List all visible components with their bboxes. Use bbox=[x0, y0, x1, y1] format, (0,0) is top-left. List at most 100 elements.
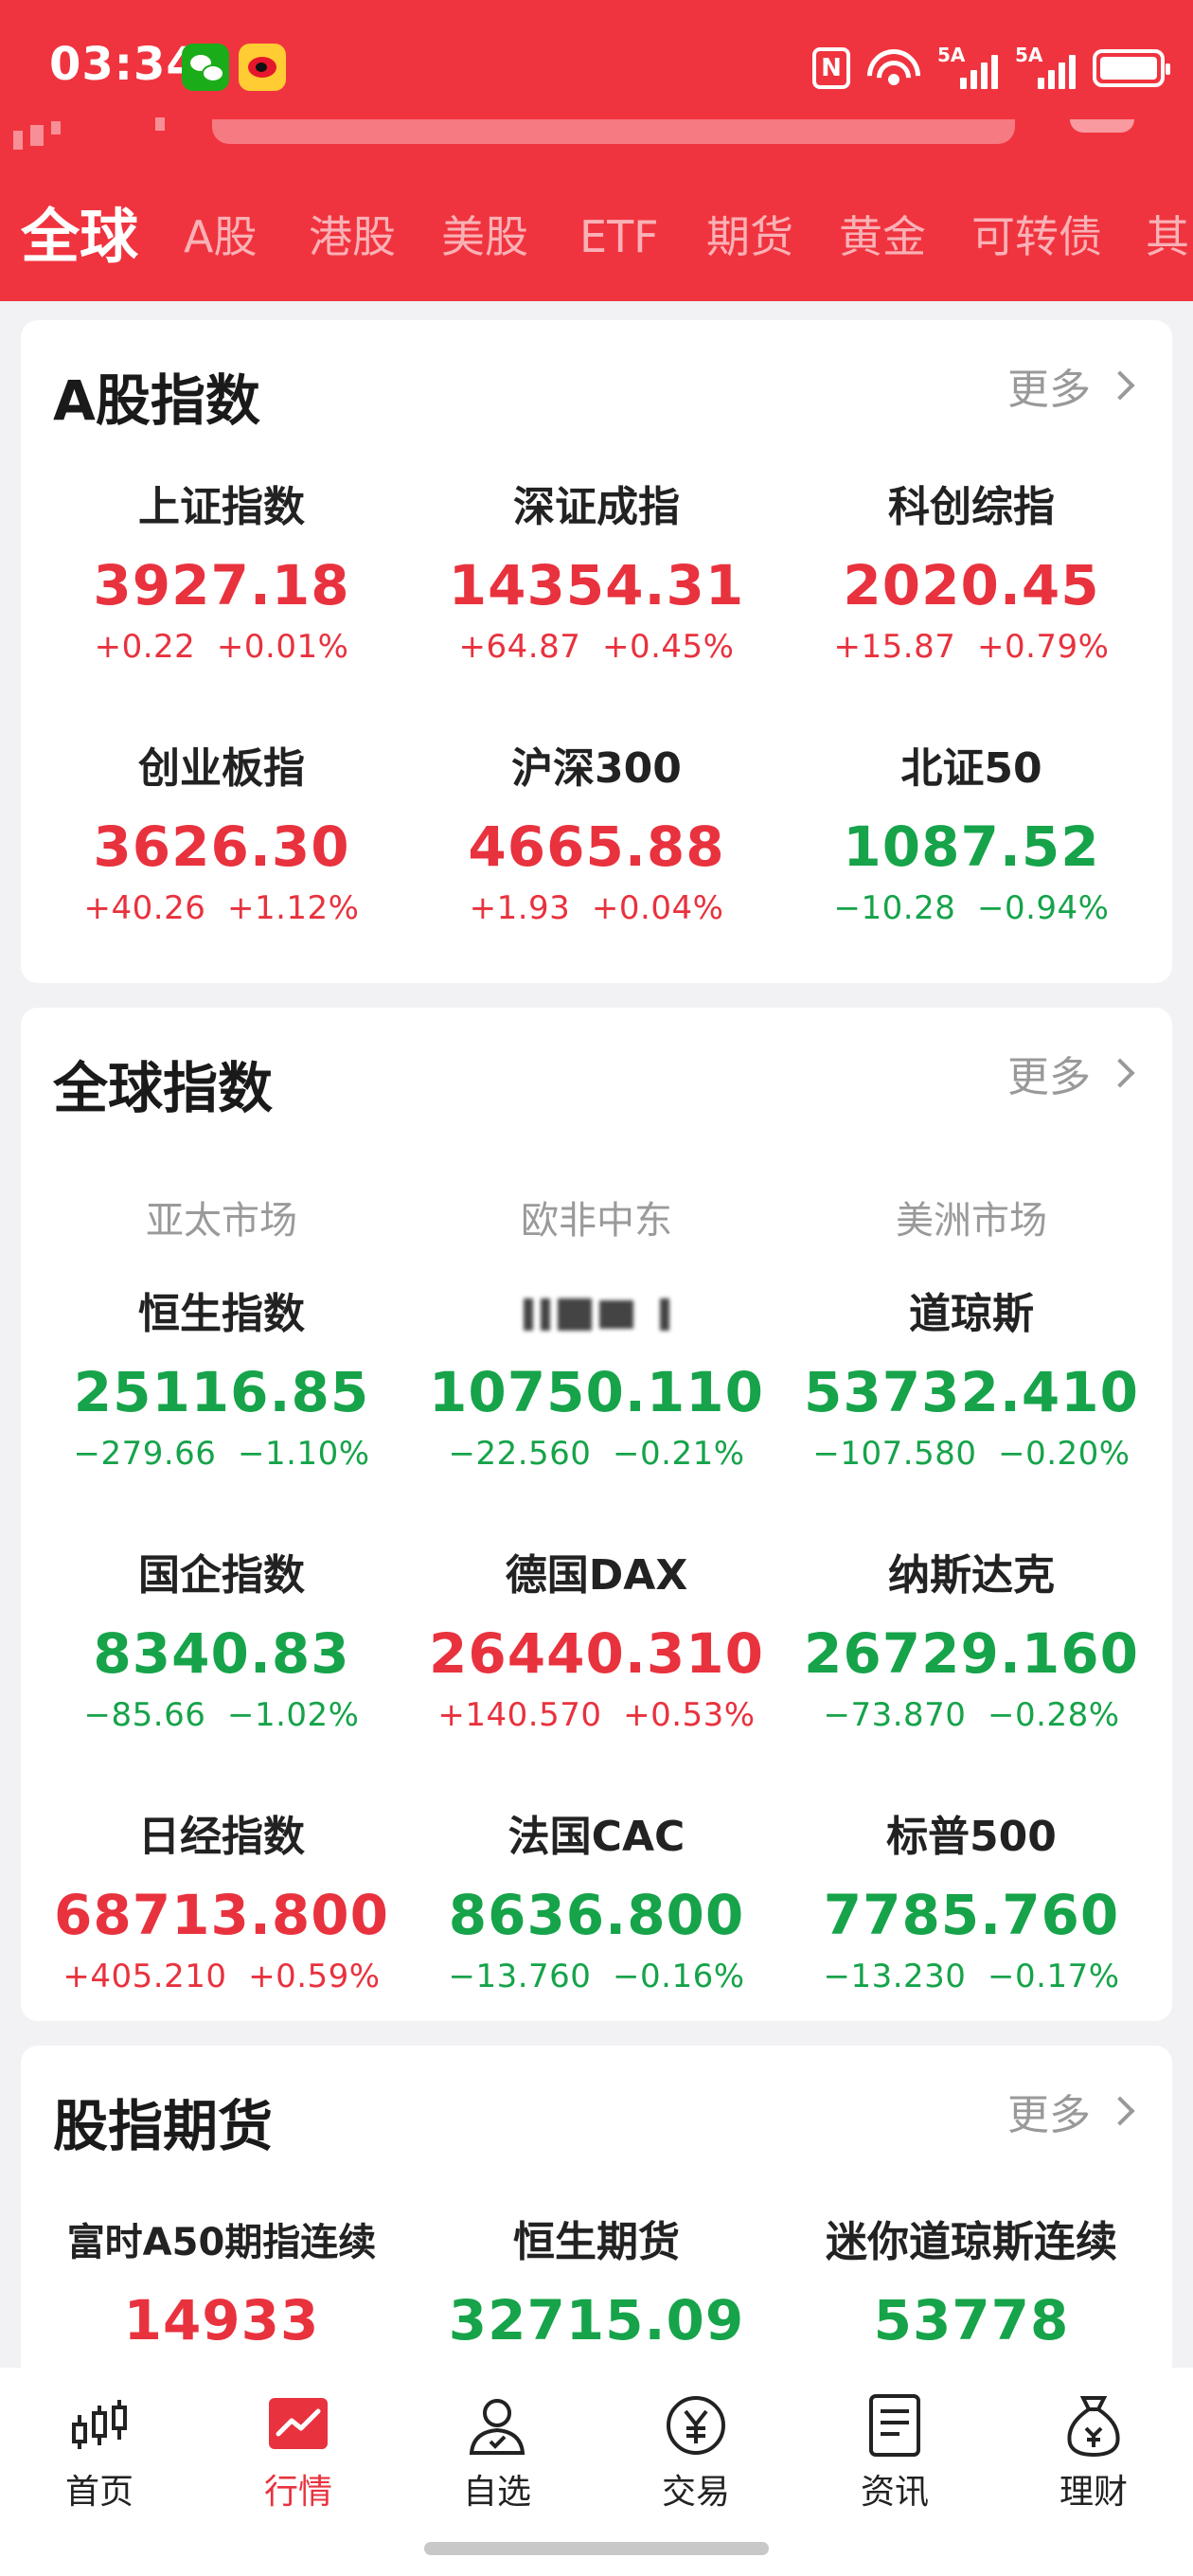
user-star-icon bbox=[464, 2392, 530, 2459]
index-price: 2020.45 bbox=[843, 553, 1100, 617]
index-name: 北证50 bbox=[900, 744, 1042, 793]
wechat-icon bbox=[182, 44, 229, 91]
index-change: +1.93 +0.04% bbox=[469, 889, 724, 927]
tab-other[interactable]: 其 bbox=[1146, 199, 1189, 275]
index-cell[interactable]: 标普500 7785.760 −13.230 −0.17% bbox=[786, 1811, 1157, 1998]
index-price: 8340.83 bbox=[93, 1621, 350, 1686]
index-change: +140.570 +0.53% bbox=[437, 1696, 756, 1734]
index-name: 沪深300 bbox=[511, 744, 682, 793]
index-cell[interactable]: 德国DAX 26440.310 +140.570 +0.53% bbox=[411, 1549, 782, 1737]
card-title: 全球指数 bbox=[53, 1056, 274, 1120]
status-bar: 03:34 N 5A 5A bbox=[0, 0, 1193, 133]
tab-convertible-bond[interactable]: 可转债 bbox=[971, 199, 1102, 275]
index-cell[interactable]: 国企指数 8340.83 −85.66 −1.02% bbox=[36, 1549, 407, 1737]
index-change: −85.66 −1.02% bbox=[83, 1696, 360, 1734]
futures-price: 14933 bbox=[123, 2288, 320, 2352]
index-cell[interactable]: 10750.110 −22.560 −0.21% bbox=[411, 1288, 782, 1476]
nav-trade[interactable]: 交易 bbox=[596, 2392, 795, 2515]
signal-icon: 5A bbox=[937, 44, 998, 89]
index-name: 日经指数 bbox=[138, 1813, 305, 1861]
index-change: +15.87 +0.79% bbox=[833, 628, 1110, 666]
more-button[interactable]: 更多 bbox=[1007, 2082, 1135, 2140]
avatar[interactable] bbox=[1070, 119, 1134, 133]
index-change: −73.870 −0.28% bbox=[823, 1696, 1120, 1734]
tab-a-share[interactable]: A股 bbox=[184, 199, 257, 275]
index-price: 26729.160 bbox=[804, 1621, 1139, 1686]
index-price: 3626.30 bbox=[93, 814, 350, 879]
nav-market[interactable]: 行情 bbox=[199, 2392, 398, 2515]
weibo-icon bbox=[239, 44, 286, 91]
index-name: 标普500 bbox=[886, 1813, 1057, 1861]
index-name: 科创综指 bbox=[888, 483, 1055, 531]
tab-etf[interactable]: ETF bbox=[579, 199, 659, 275]
index-cell[interactable]: 恒生指数 25116.85 −279.66 −1.10% bbox=[36, 1288, 407, 1476]
tab-global[interactable]: 全球 bbox=[21, 199, 138, 275]
tab-gold[interactable]: 黄金 bbox=[839, 199, 926, 275]
index-cell[interactable]: 创业板指 3626.30 +40.26 +1.12% bbox=[36, 742, 407, 930]
index-change: +405.210 +0.59% bbox=[62, 1958, 381, 1995]
index-cell[interactable]: 沪深300 4665.88 +1.93 +0.04% bbox=[411, 742, 782, 930]
index-cell[interactable]: 纳斯达克 26729.160 −73.870 −0.28% bbox=[786, 1549, 1157, 1737]
futures-cell[interactable]: 恒生期货 32715.09 bbox=[411, 2216, 782, 2354]
card-title: 股指期货 bbox=[53, 2094, 274, 2158]
index-change: −10.28 −0.94% bbox=[833, 889, 1110, 927]
tab-hk-stock[interactable]: 港股 bbox=[309, 199, 396, 275]
toolbar-fragment-icon bbox=[13, 117, 165, 155]
futures-cell[interactable]: 富时A50期指连续 14933 bbox=[36, 2216, 407, 2354]
nav-watchlist[interactable]: 自选 bbox=[398, 2392, 596, 2515]
index-cell[interactable]: 上证指数 3927.18 +0.22 +0.01% bbox=[36, 481, 407, 669]
nav-wealth[interactable]: 理财 bbox=[994, 2392, 1193, 2515]
region-americas[interactable]: 美洲市场 bbox=[786, 1190, 1157, 1244]
nav-news[interactable]: 资讯 bbox=[795, 2392, 994, 2515]
battery-icon bbox=[1093, 49, 1170, 87]
index-price: 25116.85 bbox=[73, 1360, 370, 1424]
futures-price: 32715.09 bbox=[448, 2288, 745, 2352]
more-button[interactable]: 更多 bbox=[1007, 356, 1135, 415]
more-button[interactable]: 更多 bbox=[1007, 1044, 1135, 1102]
index-name: 纳斯达克 bbox=[888, 1551, 1055, 1600]
candlestick-icon bbox=[66, 2392, 133, 2459]
index-cell[interactable]: 日经指数 68713.800 +405.210 +0.59% bbox=[36, 1811, 407, 1998]
search-bar[interactable] bbox=[212, 119, 1015, 144]
index-cell[interactable]: 道琼斯 53732.410 −107.580 −0.20% bbox=[786, 1288, 1157, 1476]
tab-futures[interactable]: 期货 bbox=[706, 199, 793, 275]
index-change: +64.87 +0.45% bbox=[458, 628, 735, 666]
index-price: 7785.760 bbox=[823, 1883, 1120, 1947]
index-price: 3927.18 bbox=[93, 553, 350, 617]
chevron-right-icon bbox=[1105, 370, 1135, 401]
status-time: 03:34 bbox=[49, 38, 199, 91]
region-asia-pacific[interactable]: 亚太市场 bbox=[36, 1190, 407, 1244]
chevron-right-icon bbox=[1105, 1058, 1135, 1088]
market-tabs: 全球 A股 港股 美股 ETF 期货 黄金 可转债 其 bbox=[0, 199, 1193, 275]
home-indicator[interactable] bbox=[424, 2542, 769, 2555]
index-change: −279.66 −1.10% bbox=[73, 1435, 370, 1473]
index-name-redacted bbox=[411, 1288, 782, 1341]
yen-circle-icon bbox=[663, 2392, 729, 2459]
index-change: −107.580 −0.20% bbox=[812, 1435, 1131, 1473]
index-price: 26440.310 bbox=[429, 1621, 764, 1686]
index-cell[interactable]: 法国CAC 8636.800 −13.760 −0.16% bbox=[411, 1811, 782, 1998]
index-cell[interactable]: 科创综指 2020.45 +15.87 +0.79% bbox=[786, 481, 1157, 669]
nav-home[interactable]: 首页 bbox=[0, 2392, 199, 2515]
index-name: 创业板指 bbox=[138, 744, 305, 793]
index-change: −13.760 −0.16% bbox=[448, 1958, 745, 1995]
index-name: 上证指数 bbox=[138, 483, 305, 531]
nfc-icon: N bbox=[812, 47, 850, 89]
index-price: 53732.410 bbox=[804, 1360, 1139, 1424]
index-name: 法国CAC bbox=[507, 1813, 686, 1861]
index-cell[interactable]: 北证50 1087.52 −10.28 −0.94% bbox=[786, 742, 1157, 930]
region-emea[interactable]: 欧非中东 bbox=[411, 1190, 782, 1244]
index-name: 深证成指 bbox=[513, 483, 680, 531]
tab-us-stock[interactable]: 美股 bbox=[441, 199, 528, 275]
index-price: 1087.52 bbox=[843, 814, 1100, 879]
index-cell[interactable]: 深证成指 14354.31 +64.87 +0.45% bbox=[411, 481, 782, 669]
index-name: 国企指数 bbox=[138, 1551, 305, 1600]
index-name: 恒生指数 bbox=[138, 1290, 305, 1338]
global-index-card: 全球指数 更多 亚太市场 欧非中东 美洲市场 恒生指数 25116.85 −27… bbox=[21, 1008, 1172, 2021]
wifi-icon bbox=[856, 38, 932, 114]
futures-cell[interactable]: 迷你道琼斯连续 53778 bbox=[786, 2216, 1157, 2354]
document-icon bbox=[862, 2392, 928, 2459]
index-name: 德国DAX bbox=[505, 1551, 688, 1600]
signal-icon: 5A bbox=[1015, 44, 1076, 89]
index-name: 道琼斯 bbox=[909, 1290, 1034, 1338]
